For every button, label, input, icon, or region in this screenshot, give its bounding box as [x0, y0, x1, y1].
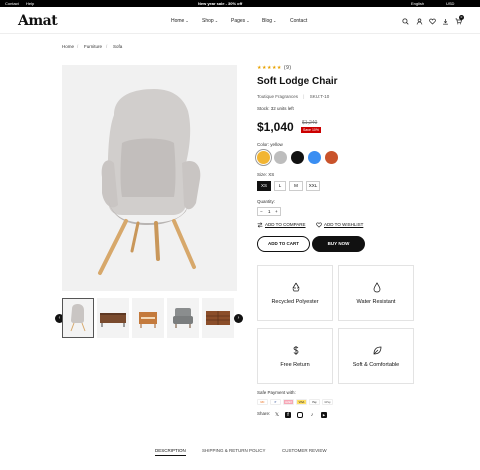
dollar-icon [293, 346, 299, 355]
heart-icon [316, 222, 322, 228]
nav-shop[interactable]: Shop⌄ [202, 18, 218, 24]
size-option-xs[interactable]: XS [257, 181, 271, 191]
water-drop-icon [373, 282, 381, 293]
safe-payment-label: Safe Payment with: [257, 390, 296, 395]
logo[interactable]: Amat [18, 13, 58, 29]
breadcrumb-furniture[interactable]: Furniture [84, 44, 102, 50]
main-product-image[interactable] [62, 65, 237, 291]
quantity-decrease-button[interactable]: − [260, 208, 263, 215]
buy-now-button[interactable]: BUY NOW [312, 236, 365, 252]
rating-stars: ★★★★★ (9) [257, 65, 292, 71]
site-header: Amat Home⌄ Shop⌄ Pages⌄ Blog⌄ Contact 0 [0, 7, 480, 34]
feature-label: Recycled Polyester [271, 299, 319, 305]
nav-blog[interactable]: Blog⌄ [262, 18, 276, 24]
thumbnail-dresser[interactable] [202, 298, 234, 338]
nav-contact[interactable]: Contact [290, 18, 307, 24]
apple-pay-icon: Pay [309, 399, 320, 405]
quantity-label: Quantity: [257, 199, 276, 204]
lounge-chair-image [98, 89, 201, 275]
quantity-increase-button[interactable]: + [275, 208, 278, 215]
quantity-stepper[interactable]: − 1 + [257, 207, 281, 216]
color-swatch-black[interactable] [291, 151, 304, 164]
compare-arrows-icon [257, 222, 263, 228]
tiktok-icon[interactable]: ♪ [309, 412, 315, 418]
thumbnail-next-arrow-icon[interactable]: › [234, 314, 243, 323]
stock-status: Stock: 32 units left [257, 106, 294, 111]
thumbnail-nightstand[interactable] [132, 298, 164, 338]
color-swatch-yellow[interactable] [257, 151, 270, 164]
product-title: Soft Lodge Chair [257, 76, 338, 87]
old-price: $1,240 [302, 120, 318, 126]
thumbnail-armchair[interactable] [167, 298, 199, 338]
color-swatch-grey[interactable] [274, 151, 287, 164]
recycle-icon [292, 282, 300, 292]
promo-text: New year sale - 30% off [198, 1, 243, 6]
color-label: Color: yellow [257, 142, 283, 147]
add-to-wishlist-link[interactable]: ADD TO WISHLIST [324, 222, 363, 228]
product-brand[interactable]: Toutique Fragrances [257, 94, 298, 99]
thumbnail-chair[interactable] [62, 298, 94, 338]
product-meta: Toutique Fragrances | SKU:T-10 [257, 94, 330, 99]
feature-water-resistant: Water Resistant [338, 265, 414, 321]
user-icon[interactable] [416, 18, 423, 25]
share-label: Share: [257, 411, 271, 416]
size-option-xxl[interactable]: XXL [306, 181, 320, 191]
product-sku: SKU:T-10 [309, 94, 330, 99]
tab-shipping-return-policy[interactable]: SHIPPING & RETURN POLICY [202, 448, 266, 454]
size-label: Size: XS [257, 172, 275, 177]
breadcrumb-separator: / [77, 44, 79, 49]
tab-customer-review[interactable]: CUSTOMER REVIEW [282, 448, 327, 454]
x-twitter-icon[interactable]: 𝕏 [274, 412, 280, 418]
feature-free-return: Free Return [257, 328, 333, 384]
breadcrumb-separator: / [106, 44, 108, 49]
contact-link[interactable]: Contact [5, 1, 19, 6]
amex-icon: AMEX [283, 399, 294, 405]
breadcrumb-current: Sofa [113, 44, 123, 49]
feature-soft-comfortable: Soft & Comfortable [338, 328, 414, 384]
facebook-icon[interactable]: f [285, 412, 291, 418]
breadcrumb-home[interactable]: Home [62, 44, 74, 50]
wishlist-heart-icon[interactable] [429, 18, 436, 25]
color-swatch-rust[interactable] [325, 151, 338, 164]
compare-icon[interactable] [442, 18, 449, 25]
google-pay-icon: GPay [322, 399, 333, 405]
nav-pages[interactable]: Pages⌄ [231, 18, 250, 24]
feature-recycled-polyester: Recycled Polyester [257, 265, 333, 321]
rating-count: (9) [283, 65, 292, 71]
feature-label: Water Resistant [356, 299, 396, 305]
product-price: $1,040 [257, 120, 294, 134]
add-to-compare-link[interactable]: ADD TO COMPARE [265, 222, 306, 228]
feature-label: Free Return [280, 362, 310, 368]
tab-description[interactable]: DESCRIPTION [155, 448, 186, 456]
cart-count-badge: 0 [459, 15, 464, 20]
sale-badge: Save 10% [301, 127, 321, 133]
visa-icon: VISA [296, 399, 307, 405]
size-option-l[interactable]: L [274, 181, 286, 191]
thumbnail-sideboard[interactable] [97, 298, 129, 338]
paypal-icon: P [270, 399, 281, 405]
add-to-cart-button[interactable]: ADD TO CART [257, 236, 310, 252]
search-icon[interactable] [402, 18, 409, 25]
quantity-value[interactable]: 1 [268, 208, 271, 215]
instagram-icon[interactable] [297, 412, 303, 418]
language-select[interactable]: English [411, 1, 424, 6]
nav-home[interactable]: Home⌄ [171, 18, 189, 24]
leaf-icon [373, 346, 382, 355]
mastercard-icon: MC [257, 399, 268, 405]
currency-select[interactable]: USD [446, 1, 454, 6]
feature-label: Soft & Comfortable [352, 362, 400, 368]
help-link[interactable]: Help [26, 1, 34, 6]
top-bar: Contact Help New year sale - 30% off Eng… [0, 0, 480, 7]
size-option-m[interactable]: M [289, 181, 303, 191]
youtube-icon[interactable]: ▶ [321, 412, 327, 418]
color-swatch-blue[interactable] [308, 151, 321, 164]
